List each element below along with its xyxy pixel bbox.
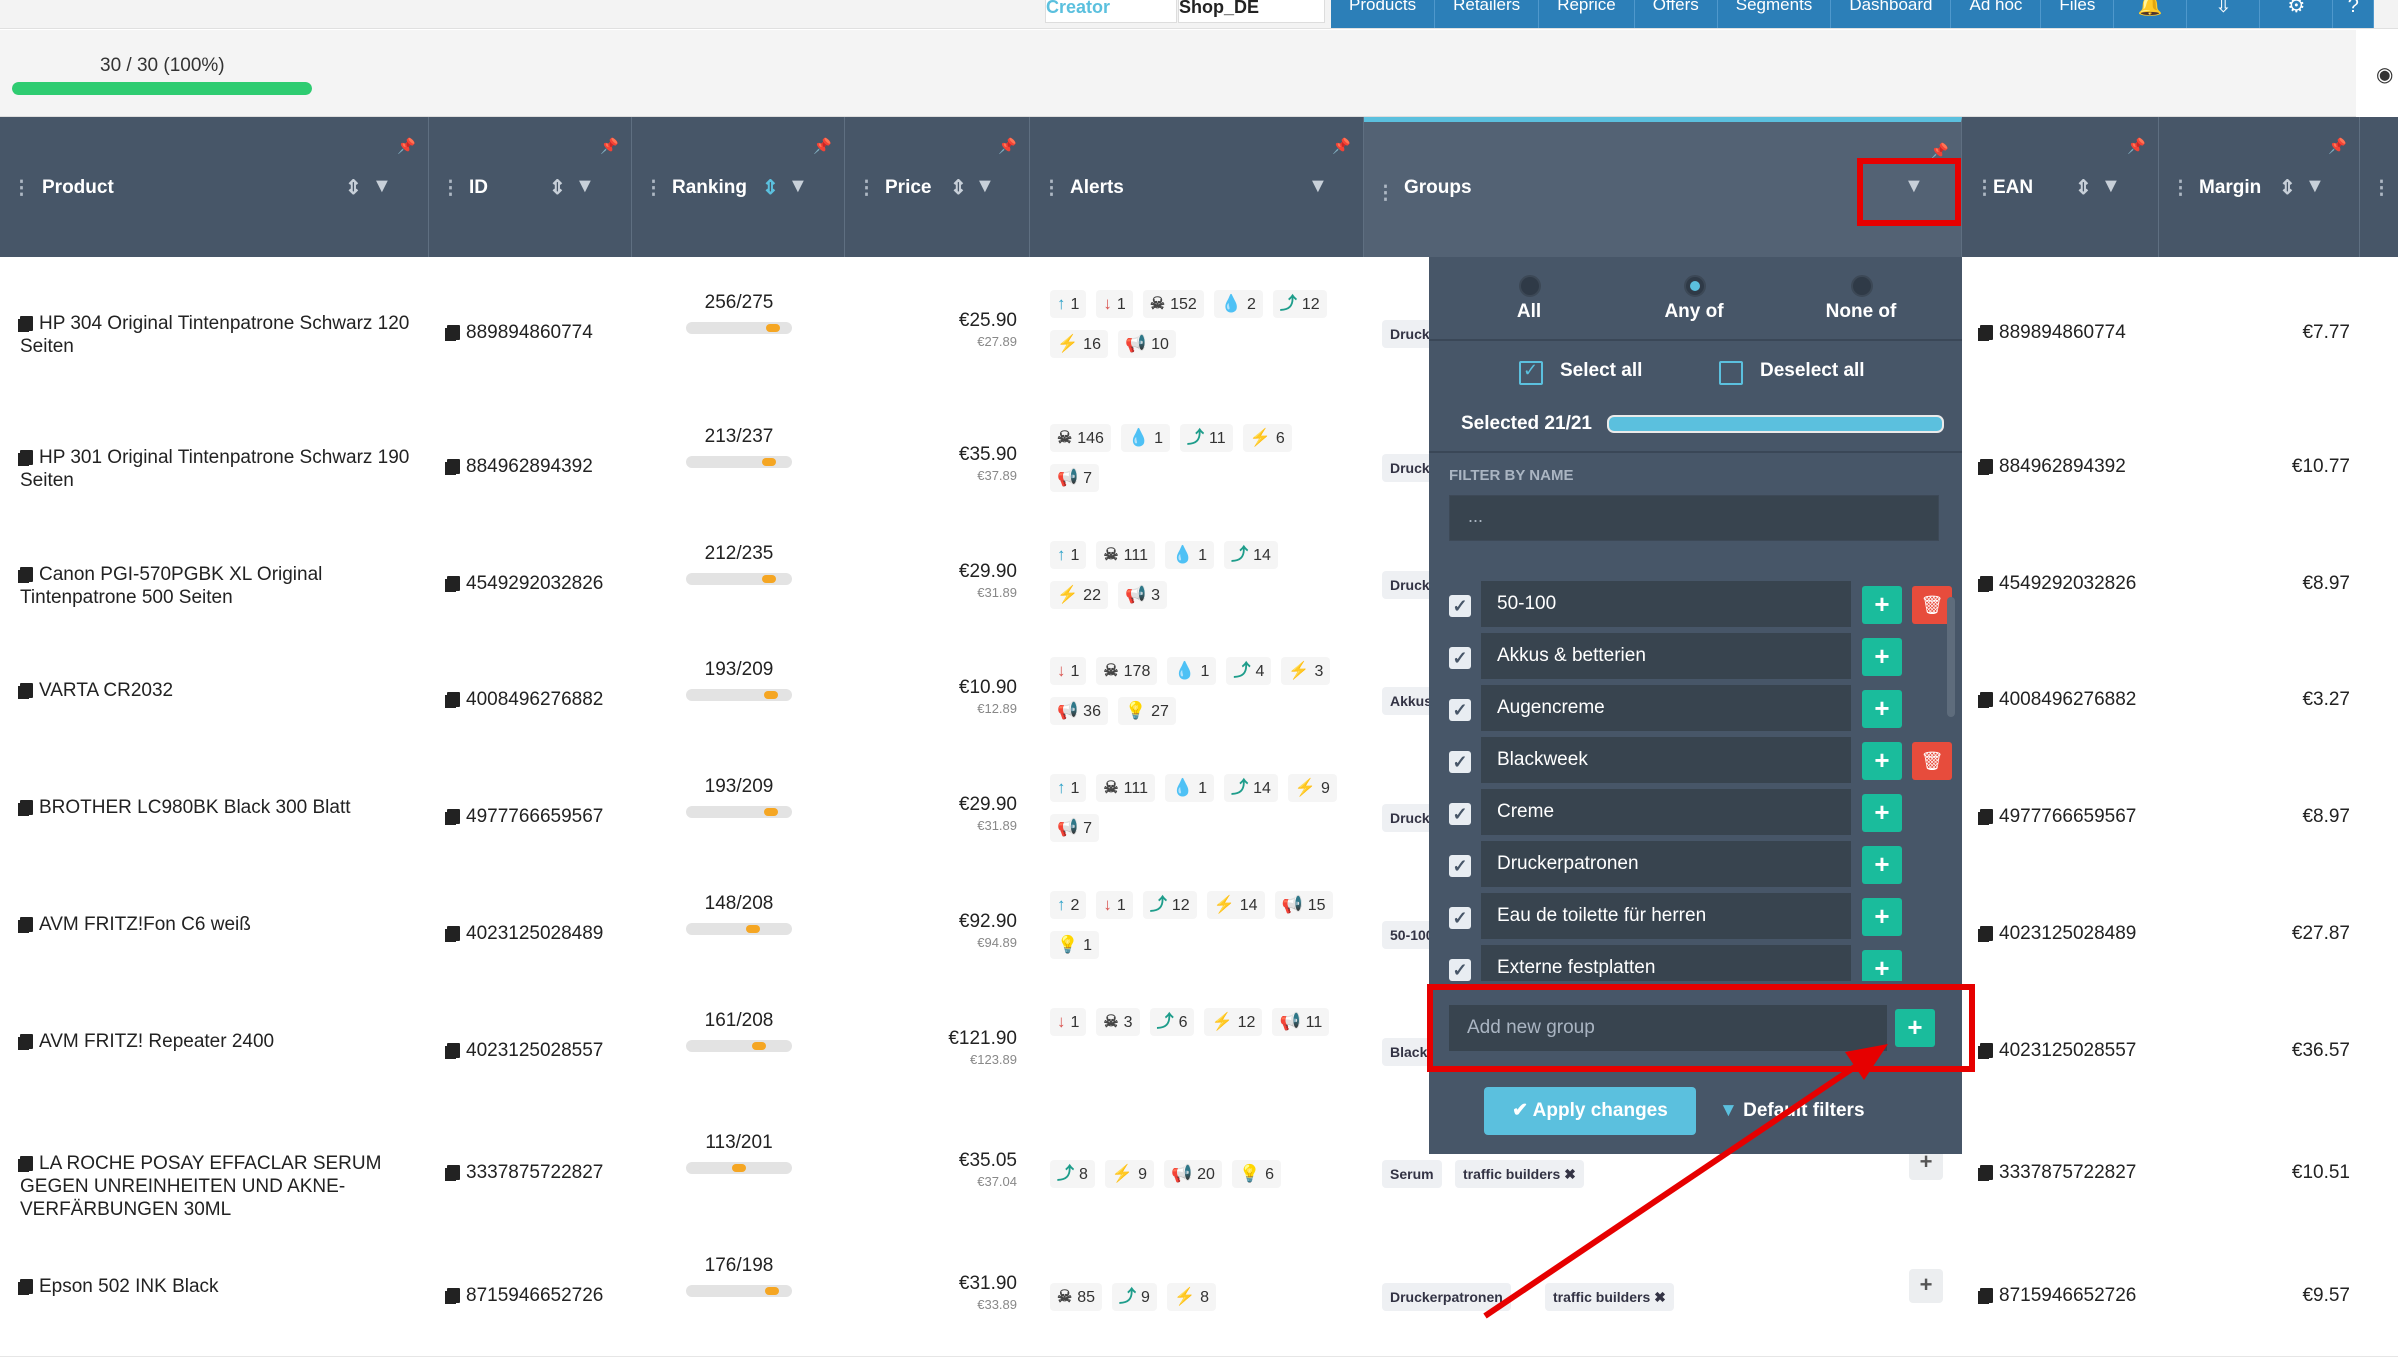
annotation-arrow (1483, 1044, 1888, 1319)
